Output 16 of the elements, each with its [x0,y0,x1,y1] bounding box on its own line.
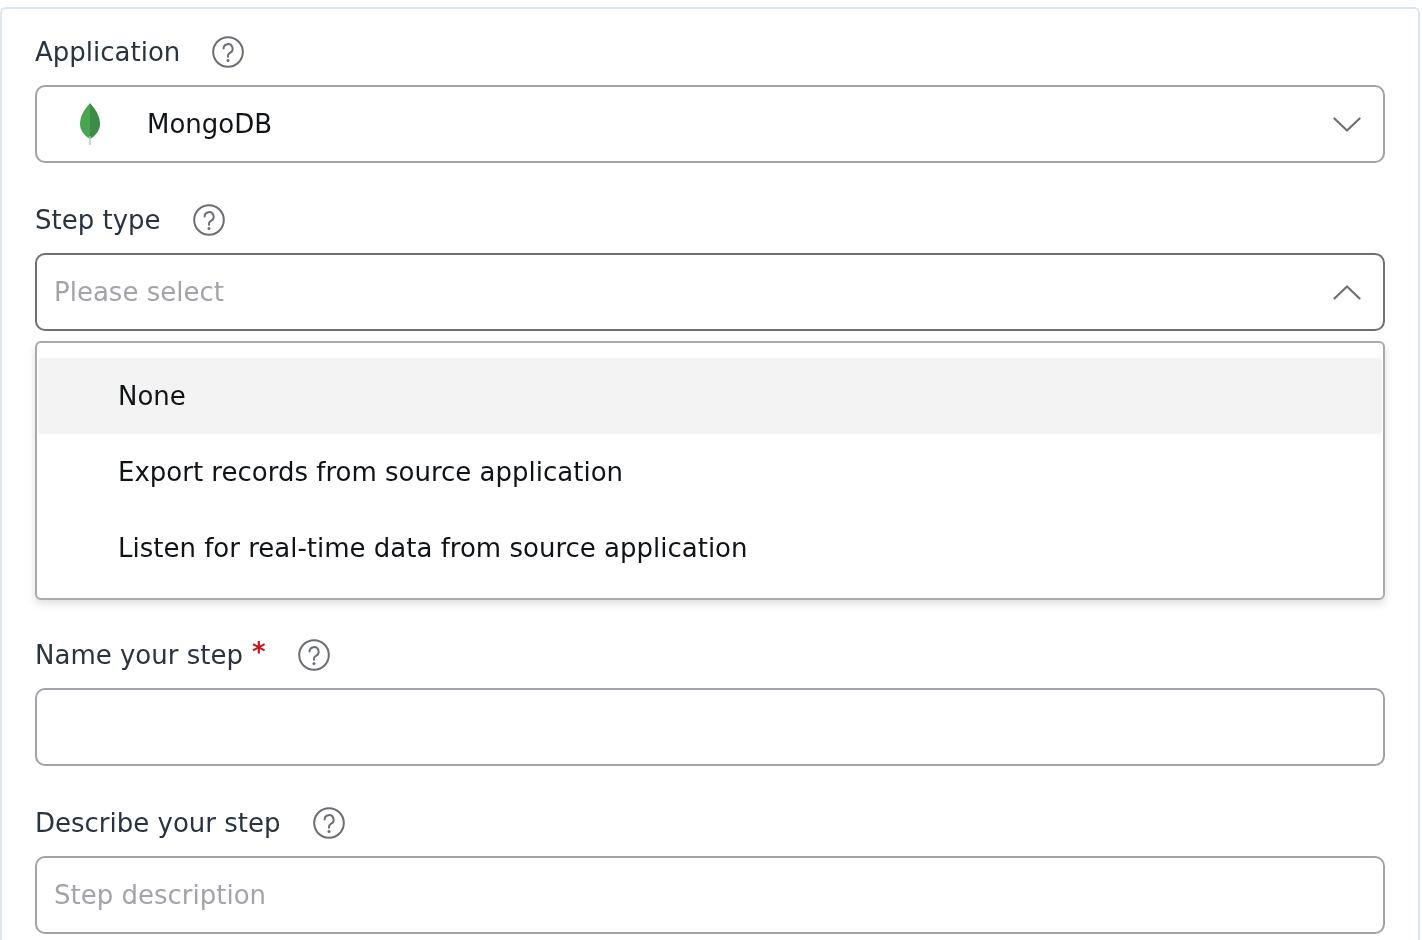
chevron-up-icon [1333,284,1361,300]
required-mark: * [251,637,266,667]
input-field[interactable] [35,688,1385,766]
field-label: Application [35,36,181,69]
help-icon[interactable] [192,204,225,236]
chevron-down-icon [1333,116,1361,132]
help-icon[interactable] [297,639,330,671]
select-field[interactable]: MongoDB [35,85,1385,163]
input-field[interactable]: Step description [35,856,1385,934]
field-label: Step type [35,204,161,237]
help-icon[interactable] [312,807,345,839]
help-icon[interactable] [212,36,245,68]
menu-option[interactable]: None [38,358,1382,434]
leaf-icon [80,103,100,145]
field-label: Describe your step [35,807,281,840]
field-label: Name your step [35,639,243,672]
